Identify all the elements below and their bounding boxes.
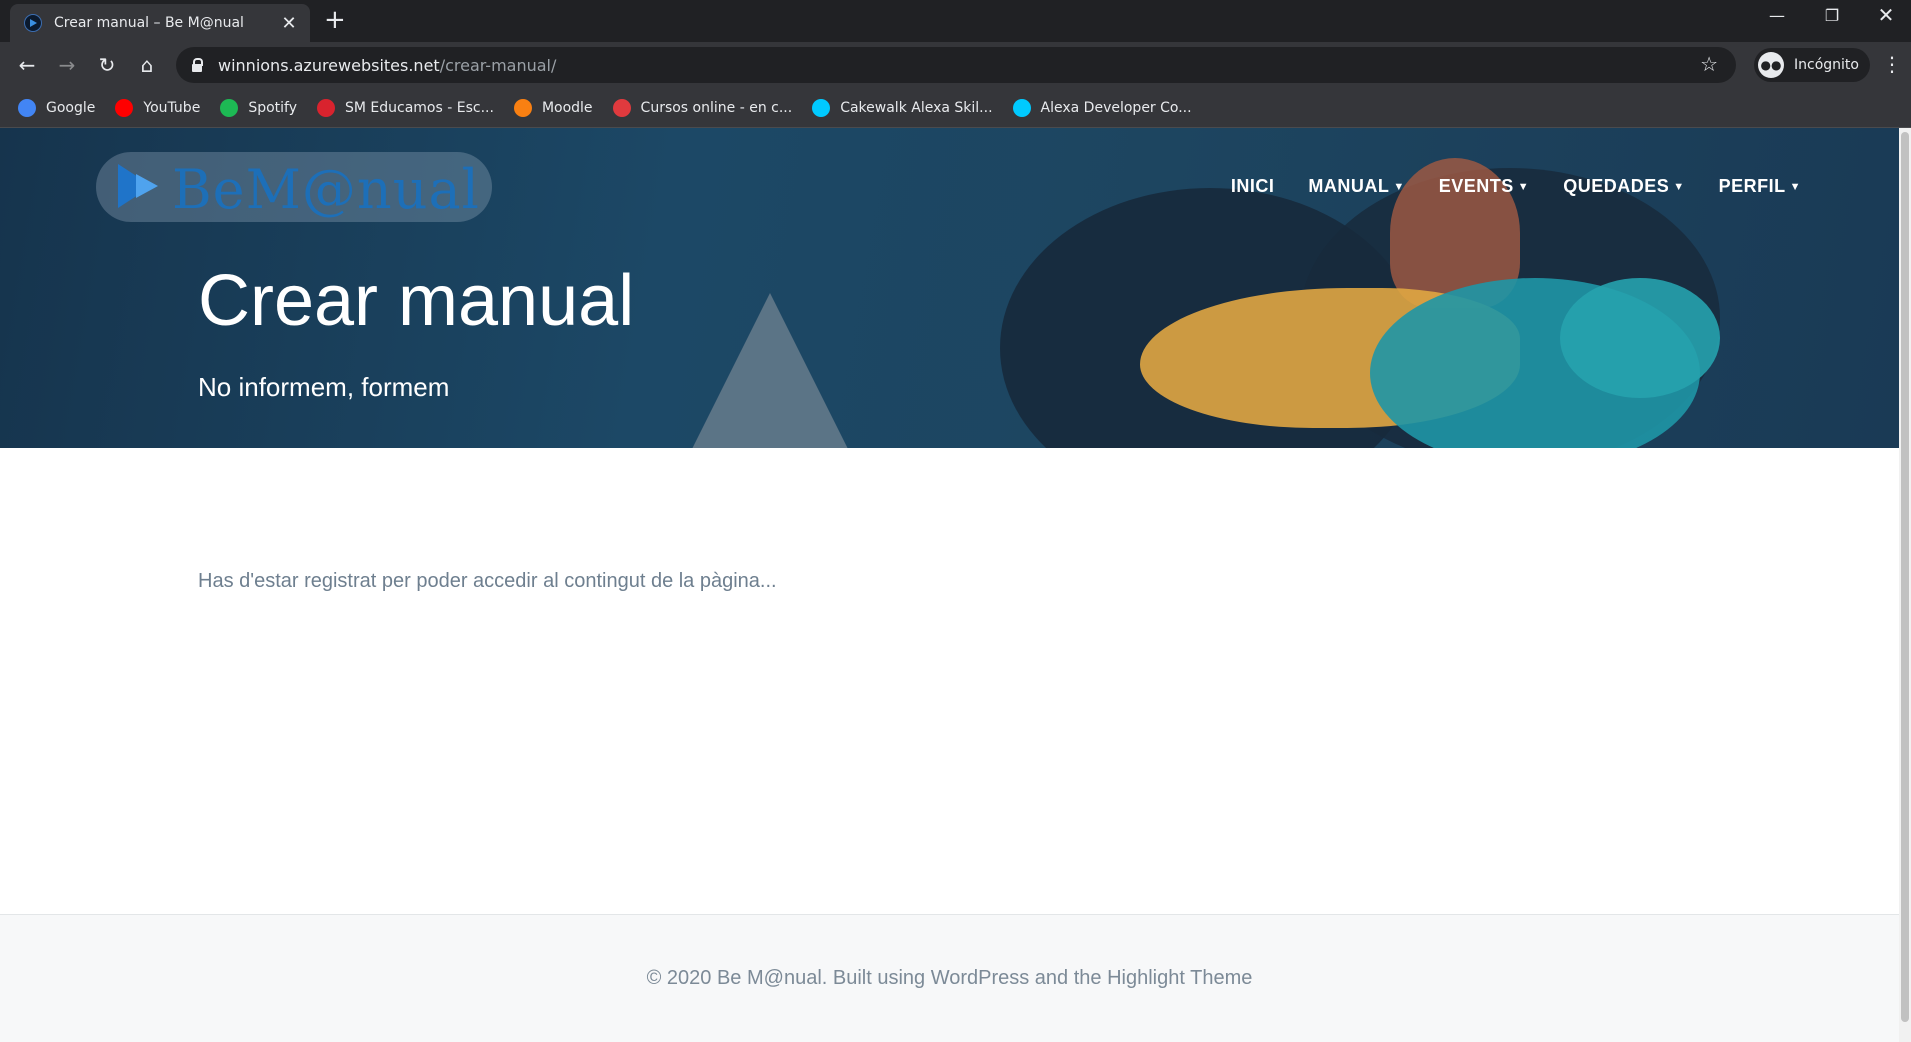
- caret-down-icon: ▼: [1789, 181, 1801, 193]
- page-viewport: BeM@nual INICI MANUAL ▼ EVENTS ▼ QUEDADES ▼ PER…: [0, 128, 1899, 1042]
- footer-credits: © 2020 Be M@nual. Built using WordPress …: [646, 967, 1253, 989]
- bookmark-item[interactable]: Spotify: [220, 98, 297, 117]
- nav-label: MANUAL: [1308, 176, 1390, 196]
- hero-bg-shape: [1560, 278, 1720, 398]
- scrollbar-thumb[interactable]: [1901, 132, 1909, 1022]
- url-text[interactable]: winnions.azurewebsites.net/crear-manual/: [218, 56, 556, 75]
- bookmark-item[interactable]: Moodle: [513, 98, 593, 117]
- logo-text: BeM@nual: [172, 158, 480, 221]
- address-bar[interactable]: winnions.azurewebsites.net/crear-manual/…: [176, 47, 1736, 83]
- site-favicon-icon: [24, 14, 42, 32]
- bookmark-label: SM Educamos - Esc...: [345, 99, 494, 116]
- login-required-notice: Has d'estar registrat per poder accedir …: [198, 570, 777, 592]
- page-title: Crear manual: [198, 261, 635, 341]
- nav-item-manual[interactable]: MANUAL ▼: [1308, 176, 1404, 197]
- forward-arrow-icon[interactable]: →: [52, 50, 82, 80]
- moodle-icon: [513, 98, 532, 117]
- nav-item-events[interactable]: EVENTS ▼: [1439, 176, 1529, 197]
- hero-banner: BeM@nual INICI MANUAL ▼ EVENTS ▼ QUEDADES ▼ PER…: [0, 128, 1899, 448]
- alexa-icon: [1012, 98, 1031, 117]
- back-arrow-icon[interactable]: ←: [12, 50, 42, 80]
- incognito-icon: ●●: [1758, 52, 1784, 78]
- caret-down-icon: ▼: [1517, 181, 1530, 193]
- new-tab-button[interactable]: +: [324, 6, 346, 34]
- bookmark-label: Moodle: [541, 99, 593, 116]
- sm-educamos-icon: [317, 98, 335, 117]
- bookmarks-bar: Google YouTube Spotify SM Educamos - Esc...…: [0, 88, 1911, 128]
- hero-bg-triangle: [690, 293, 850, 448]
- nav-label: EVENTS: [1438, 176, 1514, 196]
- incognito-profile-button[interactable]: ●● Incógnito: [1754, 48, 1870, 82]
- browser-tab-active[interactable]: Crear manual – Be M@nual ✕: [10, 4, 310, 42]
- bookmark-label: Cakewalk Alexa Skil...: [840, 99, 993, 116]
- nav-item-perfil[interactable]: PERFIL ▼: [1719, 176, 1801, 197]
- bookmark-item[interactable]: Cakewalk Alexa Skil...: [812, 98, 993, 117]
- bookmark-item[interactable]: YouTube: [115, 98, 201, 117]
- tab-strip: Crear manual – Be M@nual ✕ + — ❐ ✕: [0, 0, 1911, 42]
- nav-item-quedades[interactable]: QUEDADES ▼: [1563, 176, 1684, 197]
- page-scrollbar[interactable]: [1899, 128, 1911, 1042]
- bookmark-label: Alexa Developer Co...: [1040, 99, 1192, 116]
- main-navigation: INICI MANUAL ▼ EVENTS ▼ QUEDADES ▼ PERFIL ▼: [1231, 176, 1801, 197]
- page-subtitle: No informem, formem: [198, 372, 450, 402]
- bookmark-label: Cursos online - en c...: [640, 99, 793, 116]
- bookmark-label: Spotify: [248, 99, 297, 116]
- site-footer: © 2020 Be M@nual. Built using WordPress …: [0, 914, 1899, 1042]
- bookmark-item[interactable]: Alexa Developer Co...: [1012, 98, 1192, 117]
- alexa-icon: [812, 98, 831, 117]
- site-logo[interactable]: BeM@nual: [96, 152, 492, 222]
- home-icon[interactable]: ⌂: [132, 50, 162, 80]
- caret-down-icon: ▼: [1673, 181, 1685, 193]
- reload-icon[interactable]: ↻: [92, 50, 122, 80]
- spotify-icon: [220, 98, 239, 117]
- browser-toolbar: ← → ↻ ⌂ winnions.azurewebsites.net/crear…: [0, 42, 1911, 88]
- google-icon: [18, 98, 36, 117]
- close-tab-icon[interactable]: ✕: [278, 13, 300, 34]
- restore-icon[interactable]: ❐: [1812, 6, 1852, 25]
- bookmark-item[interactable]: Cursos online - en c...: [612, 98, 793, 117]
- bookmark-label: YouTube: [143, 99, 201, 116]
- browser-menu-icon[interactable]: ⋮: [1882, 52, 1902, 76]
- bookmark-item[interactable]: Google: [18, 98, 96, 117]
- close-window-icon[interactable]: ✕: [1866, 3, 1906, 27]
- profile-label: Incógnito: [1794, 57, 1859, 73]
- bookmark-label: Google: [46, 99, 96, 116]
- nav-item-inici[interactable]: INICI: [1231, 176, 1275, 197]
- youtube-icon: [115, 98, 134, 117]
- cursos-icon: [612, 98, 631, 117]
- caret-down-icon: ▼: [1393, 181, 1405, 193]
- minimize-icon[interactable]: —: [1757, 6, 1797, 25]
- tab-title: Crear manual – Be M@nual: [54, 15, 244, 31]
- logo-arrow-inner-icon: [136, 174, 158, 198]
- nav-label: PERFIL: [1718, 176, 1786, 196]
- bookmark-star-icon[interactable]: ☆: [1700, 52, 1718, 76]
- bookmark-item[interactable]: SM Educamos - Esc...: [317, 98, 494, 117]
- lock-icon[interactable]: [192, 57, 203, 72]
- nav-label: QUEDADES: [1563, 176, 1670, 196]
- nav-label: INICI: [1230, 176, 1275, 196]
